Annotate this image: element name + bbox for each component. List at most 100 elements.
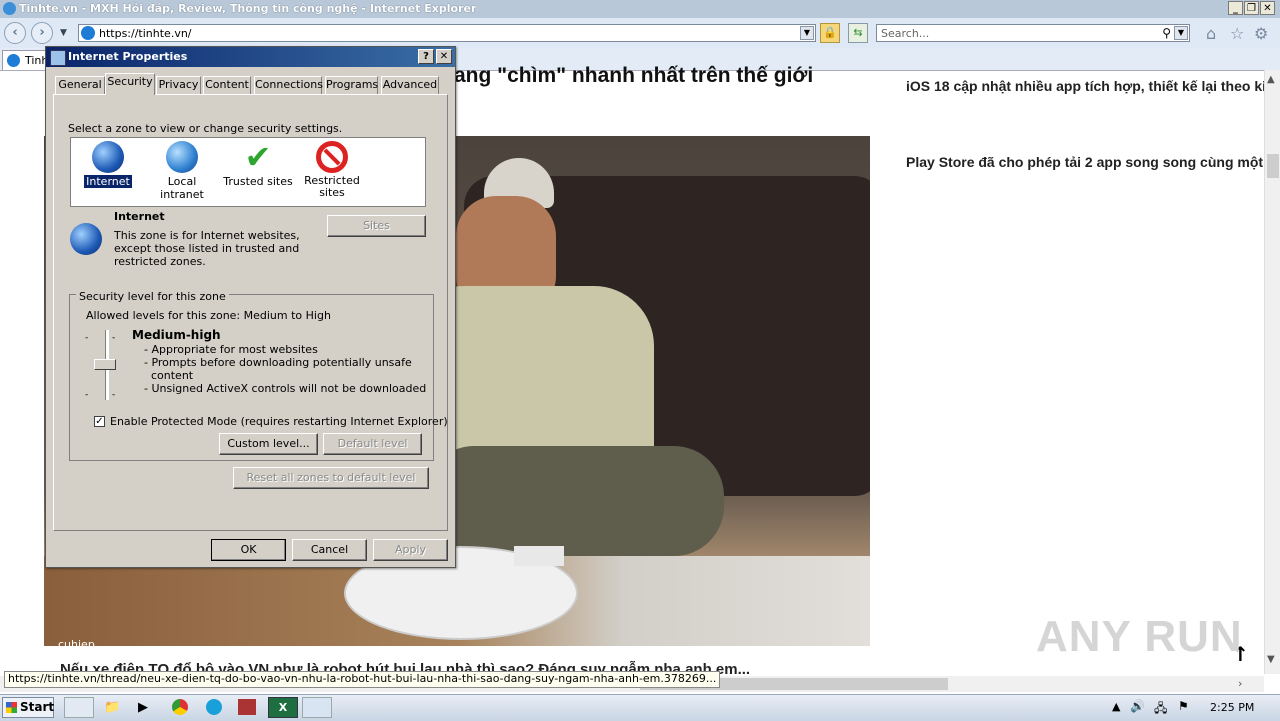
excel-taskbar-icon[interactable]: X (268, 697, 298, 718)
dialog-title-bar[interactable]: Internet Properties ? ✕ (46, 47, 455, 67)
protected-mode-checkbox[interactable]: ✓ (94, 416, 105, 427)
window-title: Tinhte.vn - MXH Hỏi đáp, Review, Thông t… (19, 2, 477, 15)
cancel-button[interactable]: Cancel (292, 539, 367, 561)
scroll-down-icon[interactable]: ▼ (1267, 654, 1275, 665)
zone-description-3: restricted zones. (114, 255, 206, 268)
forward-button[interactable]: › (31, 22, 53, 44)
security-level-slider[interactable]: - - - - (85, 330, 122, 400)
tray-expand-icon[interactable]: ▲ (1112, 700, 1120, 713)
action-center-flag-icon[interactable]: ⚑ (1178, 699, 1189, 713)
zone-restricted-label: Restricted sites (304, 174, 360, 199)
vertical-scrollbar[interactable]: ▲ ▼ (1264, 70, 1280, 674)
scroll-up-icon[interactable]: ▲ (1267, 74, 1275, 85)
tab-connections[interactable]: Connections (254, 76, 323, 94)
gear-icon[interactable]: ⚙ (1254, 24, 1268, 43)
chrome-taskbar-icon[interactable] (172, 699, 188, 715)
zone-restricted-sites[interactable]: Restricted sites (299, 138, 365, 199)
article-headline[interactable]: ang "chìm" nhanh nhất trên thế giới (454, 64, 813, 88)
close-window-button[interactable]: ✕ (1260, 1, 1275, 15)
right-link-2[interactable]: Play Store đã cho phép tải 2 app song so… (906, 154, 1280, 170)
minimize-button[interactable]: _ (1228, 1, 1243, 15)
start-button[interactable]: Start (2, 697, 54, 718)
ie-logo-icon (3, 2, 16, 15)
zone-trusted-sites[interactable]: ✔ Trusted sites (223, 138, 293, 188)
cancel-label: Cancel (310, 543, 349, 556)
refresh-icon[interactable]: ⇆ (848, 23, 868, 43)
custom-level-label: Custom level... (227, 437, 310, 450)
globe-icon (92, 141, 124, 173)
scroll-right-icon[interactable]: › (1238, 677, 1242, 690)
search-dropdown-icon[interactable]: ▼ (1174, 26, 1188, 40)
right-link-1[interactable]: iOS 18 cập nhật nhiều app tích hợp, thiế… (906, 78, 1280, 94)
sites-button[interactable]: Sites (327, 215, 426, 237)
level-bullet-4: - Unsigned ActiveX controls will not be … (144, 382, 427, 395)
ie-title-bar: Tinhte.vn - MXH Hỏi đáp, Review, Thông t… (0, 0, 1280, 18)
slider-tick-top-right: - (112, 333, 116, 343)
slider-tick-bottom-right: - (112, 390, 116, 400)
sites-button-label: Sites (363, 219, 390, 232)
custom-level-button[interactable]: Custom level... (219, 433, 318, 455)
favorites-star-icon[interactable]: ☆ (1230, 24, 1244, 43)
zone-list[interactable]: Internet Local intranet ✔ Trusted sites … (70, 137, 426, 207)
dock-shape (514, 546, 564, 566)
volume-icon[interactable]: 🔊 (1130, 699, 1145, 713)
maximize-button[interactable]: ❐ (1244, 1, 1259, 15)
level-bullet-2: - Prompts before downloading potentially… (144, 356, 412, 369)
zone-local-intranet[interactable]: Local intranet (145, 138, 219, 201)
dialog-close-button[interactable]: ✕ (436, 49, 452, 64)
vertical-scroll-thumb[interactable] (1267, 154, 1279, 178)
protected-mode-label: Enable Protected Mode (requires restarti… (110, 415, 448, 428)
zone-trusted-label: Trusted sites (223, 175, 293, 188)
tab-content[interactable]: Content (203, 76, 251, 94)
archive-taskbar-icon[interactable] (238, 699, 256, 715)
restricted-icon (316, 141, 348, 173)
internet-properties-taskbar-icon[interactable] (302, 697, 332, 718)
edge-taskbar-icon[interactable] (206, 699, 222, 715)
status-url-tooltip: https://tinhte.vn/thread/neu-xe-dien-tq-… (4, 671, 721, 688)
watermark: ANY RUN (1036, 612, 1243, 661)
checkmark-icon: ✔ (244, 138, 272, 176)
home-icon[interactable]: ⌂ (1206, 24, 1216, 43)
slider-tick-bottom: - (85, 390, 89, 400)
clock[interactable]: 2:25 PM (1210, 701, 1254, 714)
tab-programs[interactable]: Programs (325, 76, 378, 94)
help-button[interactable]: ? (418, 49, 434, 64)
address-input[interactable]: https://tinhte.vn/ (99, 27, 192, 40)
tab-security[interactable]: Security (105, 73, 155, 95)
reset-all-zones-button[interactable]: Reset all zones to default level (233, 467, 429, 489)
network-icon[interactable]: 🖧 (1154, 699, 1167, 720)
search-icon[interactable]: ⚲ (1162, 26, 1171, 40)
ie-navigation-bar: ‹ › ▼ https://tinhte.vn/ ▼ 🔒 ⇆ Search...… (0, 18, 1280, 49)
security-level-name: Medium-high (132, 328, 221, 342)
media-player-taskbar-icon[interactable]: ▶ (138, 700, 148, 715)
level-bullet-3: content (144, 369, 194, 382)
apply-button[interactable]: Apply (373, 539, 448, 561)
back-button[interactable]: ‹ (4, 22, 26, 44)
level-bullet-1: - Appropriate for most websites (144, 343, 318, 356)
lock-icon[interactable]: 🔒 (820, 23, 840, 43)
apply-label: Apply (394, 543, 427, 556)
start-label: Start (20, 700, 55, 714)
folder-taskbar-icon[interactable]: 📁 (104, 700, 120, 715)
tab-privacy[interactable]: Privacy (156, 76, 201, 94)
allowed-levels-label: Allowed levels for this zone: Medium to … (86, 309, 331, 322)
address-dropdown-icon[interactable]: ▼ (800, 26, 814, 40)
slider-thumb[interactable] (94, 359, 116, 370)
dialog-title: Internet Properties (68, 50, 188, 63)
zone-globe-icon (70, 223, 102, 255)
tab-advanced[interactable]: Advanced (381, 76, 439, 94)
search-input[interactable]: Search... (881, 27, 929, 40)
zone-internet[interactable]: Internet (83, 138, 133, 188)
ok-label: OK (240, 543, 257, 556)
history-dropdown-icon[interactable]: ▼ (60, 28, 67, 38)
tab-favicon-icon (7, 54, 20, 67)
ok-button[interactable]: OK (211, 539, 286, 561)
zone-name: Internet (114, 210, 165, 223)
default-level-button[interactable]: Default level (323, 433, 422, 455)
tab-general[interactable]: General (55, 76, 105, 94)
security-level-group-label: Security level for this zone (76, 290, 229, 303)
search-box[interactable]: Search... ⚲ ▼ (876, 24, 1190, 42)
taskbar: Start 📁 ▶ X ▲ 🔊 🖧 ⚑ 2:25 PM (0, 694, 1280, 721)
address-bar[interactable]: https://tinhte.vn/ ▼ (78, 24, 816, 42)
ie-taskbar-icon[interactable] (64, 697, 94, 718)
